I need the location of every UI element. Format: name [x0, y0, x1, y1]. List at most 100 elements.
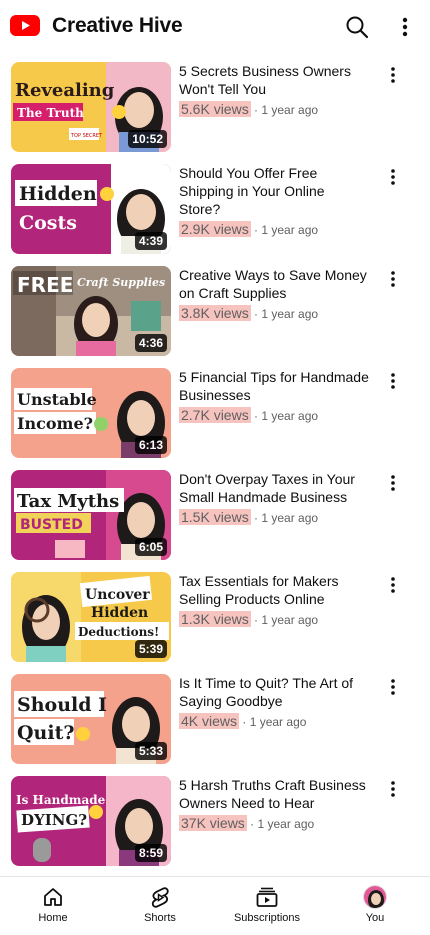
video-item[interactable]: FREE Craft Supplies 4:36 Creative Ways t…: [0, 266, 430, 358]
video-item[interactable]: Is Handmade DYING? 8:59 5 Harsh Truths C…: [0, 776, 430, 868]
video-duration: 6:05: [134, 538, 167, 556]
more-vert-icon[interactable]: [384, 470, 402, 496]
upload-age: 1 year ago: [261, 103, 319, 117]
video-stats: 2.7K views · 1 year ago: [179, 407, 319, 423]
top-app-bar: Creative Hive: [0, 0, 430, 52]
thumb-text: Uncover: [85, 587, 150, 603]
video-stats: 3.8K views · 1 year ago: [179, 305, 319, 321]
channel-title: Creative Hive: [52, 14, 183, 37]
nav-home[interactable]: Home: [3, 885, 103, 924]
thumb-text: The Truth: [17, 106, 84, 120]
thumb-text: Should I: [17, 694, 107, 716]
more-vert-icon[interactable]: [384, 62, 402, 88]
more-vert-icon[interactable]: [384, 674, 402, 700]
video-stats: 37K views · 1 year ago: [179, 815, 315, 831]
video-duration: 4:36: [134, 334, 167, 352]
more-vert-icon[interactable]: [384, 164, 402, 190]
subscriptions-icon: [256, 887, 278, 907]
avatar: [363, 885, 387, 909]
video-stats: 4K views · 1 year ago: [179, 713, 307, 729]
video-title[interactable]: Should You Offer Free Shipping in Your O…: [179, 164, 369, 218]
video-item[interactable]: Unstable Income? 6:13 5 Financial Tips f…: [0, 368, 430, 460]
thumb-text: Hidden: [91, 605, 148, 621]
video-thumbnail[interactable]: Uncover Hidden Deductions! 5:39: [11, 572, 171, 662]
view-count: 1.3K views: [179, 611, 251, 627]
thumb-text: Tax Myths: [17, 491, 119, 512]
video-item[interactable]: Uncover Hidden Deductions! 5:39 Tax Esse…: [0, 572, 430, 664]
nav-shorts-label: Shorts: [144, 912, 176, 924]
video-thumbnail[interactable]: Revealing The Truth TOP SECRET 10:52: [11, 62, 171, 152]
video-thumbnail[interactable]: Unstable Income? 6:13: [11, 368, 171, 458]
video-stats: 2.9K views · 1 year ago: [179, 221, 319, 237]
video-meta: 5 Harsh Truths Craft Business Owners Nee…: [179, 776, 369, 833]
video-title[interactable]: 5 Secrets Business Owners Won't Tell You: [179, 62, 369, 98]
thumb-text: BUSTED: [20, 517, 83, 533]
nav-you[interactable]: You: [325, 885, 425, 924]
video-meta: Is It Time to Quit? The Art of Saying Go…: [179, 674, 369, 731]
upload-age: 1 year ago: [261, 409, 319, 423]
video-duration: 5:39: [134, 640, 167, 658]
more-vert-icon[interactable]: [384, 776, 402, 802]
youtube-logo-icon[interactable]: [10, 15, 40, 36]
video-thumbnail[interactable]: Tax Myths BUSTED 6:05: [11, 470, 171, 560]
video-duration: 10:52: [128, 130, 167, 148]
video-stats: 1.5K views · 1 year ago: [179, 509, 319, 525]
upload-age: 1 year ago: [261, 307, 319, 321]
nav-shorts[interactable]: Shorts: [110, 885, 210, 924]
thumb-text: Costs: [19, 212, 77, 234]
video-title[interactable]: 5 Financial Tips for Handmade Businesses: [179, 368, 369, 404]
thumb-text: TOP SECRET: [70, 133, 103, 139]
video-title[interactable]: Don't Overpay Taxes in Your Small Handma…: [179, 470, 369, 506]
video-title[interactable]: Is It Time to Quit? The Art of Saying Go…: [179, 674, 369, 710]
more-vert-icon[interactable]: [393, 14, 417, 40]
view-count: 4K views: [179, 713, 240, 729]
view-count: 5.6K views: [179, 101, 251, 117]
video-meta: Should You Offer Free Shipping in Your O…: [179, 164, 369, 239]
more-vert-icon[interactable]: [384, 368, 402, 394]
video-meta: 5 Secrets Business Owners Won't Tell You…: [179, 62, 369, 119]
thumb-text: Revealing: [15, 80, 115, 101]
view-count: 2.9K views: [179, 221, 251, 237]
nav-you-label: You: [365, 912, 385, 924]
shorts-icon: [151, 887, 169, 908]
thumb-text: Is Handmade: [16, 793, 106, 807]
upload-age: 1 year ago: [257, 817, 315, 831]
thumb-text: Hidden: [19, 183, 97, 205]
upload-age: 1 year ago: [261, 613, 319, 627]
thumb-text: Unstable: [17, 390, 97, 409]
video-item[interactable]: Tax Myths BUSTED 6:05 Don't Overpay Taxe…: [0, 470, 430, 562]
view-count: 3.8K views: [179, 305, 251, 321]
video-thumbnail[interactable]: Should I Quit? 5:33: [11, 674, 171, 764]
thumb-text: Deductions!: [78, 625, 159, 639]
thumb-text: DYING?: [21, 811, 87, 829]
thumb-text: Quit?: [17, 722, 75, 744]
video-thumbnail[interactable]: Is Handmade DYING? 8:59: [11, 776, 171, 866]
more-vert-icon[interactable]: [384, 572, 402, 598]
video-meta: Don't Overpay Taxes in Your Small Handma…: [179, 470, 369, 527]
video-meta: Tax Essentials for Makers Selling Produc…: [179, 572, 369, 629]
upload-age: 1 year ago: [261, 223, 319, 237]
nav-subscriptions[interactable]: Subscriptions: [217, 885, 317, 924]
video-item[interactable]: Revealing The Truth TOP SECRET 10:52 5 S…: [0, 62, 430, 154]
more-vert-icon[interactable]: [384, 266, 402, 292]
thumb-text: FREE: [17, 273, 73, 297]
video-stats: 1.3K views · 1 year ago: [179, 611, 319, 627]
video-item[interactable]: Hidden Costs 4:39 Should You Offer Free …: [0, 164, 430, 256]
video-duration: 5:33: [134, 742, 167, 760]
home-icon: [44, 888, 62, 906]
video-title[interactable]: Tax Essentials for Makers Selling Produc…: [179, 572, 369, 608]
video-title[interactable]: Creative Ways to Save Money on Craft Sup…: [179, 266, 369, 302]
thumb-text: Craft Supplies: [77, 276, 165, 289]
nav-home-label: Home: [38, 912, 68, 924]
video-duration: 6:13: [134, 436, 167, 454]
view-count: 1.5K views: [179, 509, 251, 525]
view-count: 2.7K views: [179, 407, 251, 423]
video-thumbnail[interactable]: FREE Craft Supplies 4:36: [11, 266, 171, 356]
video-title[interactable]: 5 Harsh Truths Craft Business Owners Nee…: [179, 776, 369, 812]
upload-age: 1 year ago: [249, 715, 307, 729]
upload-age: 1 year ago: [261, 511, 319, 525]
search-icon[interactable]: [344, 14, 370, 40]
video-thumbnail[interactable]: Hidden Costs 4:39: [11, 164, 171, 254]
video-item[interactable]: Should I Quit? 5:33 Is It Time to Quit? …: [0, 674, 430, 766]
video-duration: 8:59: [134, 844, 167, 862]
